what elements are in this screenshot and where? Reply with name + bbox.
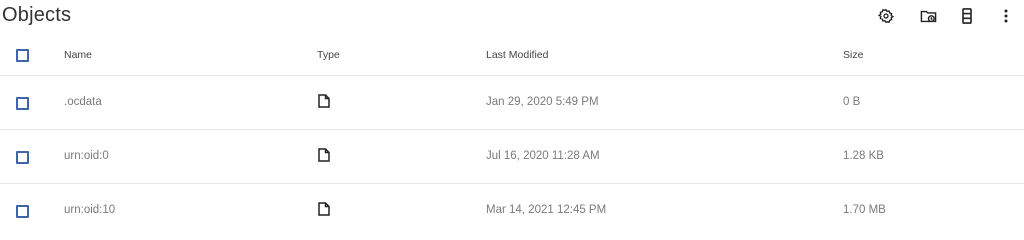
object-name[interactable]: urn:oid:10 [64, 204, 115, 216]
objects-header: Objects [0, 0, 1024, 34]
row-checkbox[interactable] [16, 205, 29, 218]
table-header-row: Name Type Last Modified Size [0, 34, 1024, 76]
object-name[interactable]: .ocdata [64, 96, 102, 108]
folder-clock-icon[interactable] [919, 7, 937, 25]
row-checkbox[interactable] [16, 97, 29, 110]
table-row[interactable]: urn:oid:0 Jul 16, 2020 11:28 AM 1.28 KB [0, 130, 1024, 184]
file-icon [318, 202, 330, 216]
object-modified: Mar 14, 2021 12:45 PM [486, 204, 607, 216]
object-modified: Jan 29, 2020 5:49 PM [486, 96, 599, 108]
page-title: Objects [2, 4, 72, 26]
file-icon [318, 94, 330, 108]
settings-icon[interactable] [877, 7, 895, 25]
object-name[interactable]: urn:oid:0 [64, 150, 109, 162]
select-all-checkbox[interactable] [16, 49, 29, 62]
objects-table: Name Type Last Modified Size .ocdata Jan… [0, 34, 1024, 238]
column-header-name[interactable]: Name [64, 49, 92, 61]
column-header-modified[interactable]: Last Modified [486, 49, 548, 61]
table-row[interactable]: urn:oid:10 Mar 14, 2021 12:45 PM 1.70 MB [0, 184, 1024, 238]
object-size: 1.70 MB [843, 204, 886, 216]
file-icon [318, 148, 330, 162]
object-size: 0 B [843, 96, 861, 108]
column-header-size[interactable]: Size [843, 49, 863, 61]
object-modified: Jul 16, 2020 11:28 AM [486, 150, 600, 162]
table-row[interactable]: .ocdata Jan 29, 2020 5:49 PM 0 B [0, 76, 1024, 130]
object-size: 1.28 KB [843, 150, 884, 162]
row-checkbox[interactable] [16, 151, 29, 164]
column-header-type[interactable]: Type [317, 49, 340, 61]
more-vert-icon[interactable] [997, 7, 1015, 25]
storage-icon[interactable] [958, 7, 976, 25]
